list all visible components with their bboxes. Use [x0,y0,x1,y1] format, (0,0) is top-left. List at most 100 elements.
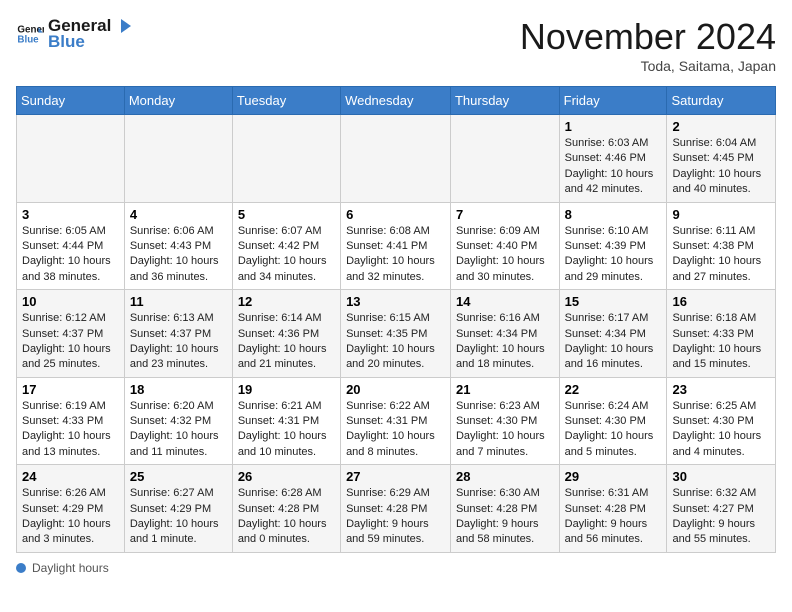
location: Toda, Saitama, Japan [520,58,776,74]
logo: General Blue General Blue [16,16,133,52]
header-monday: Monday [124,87,232,115]
title-block: November 2024 Toda, Saitama, Japan [520,16,776,74]
table-row: 21 Sunrise: 6:23 AM Sunset: 4:30 PM Dayli… [450,377,559,465]
calendar-table: SundayMondayTuesdayWednesdayThursdayFrid… [16,86,776,553]
table-row: 8 Sunrise: 6:10 AM Sunset: 4:39 PM Daylig… [559,202,667,290]
day-number: 21 [456,382,554,397]
table-row: 7 Sunrise: 6:09 AM Sunset: 4:40 PM Daylig… [450,202,559,290]
table-row [341,115,451,203]
table-row: 30Sunrise: 6:32 AM Sunset: 4:27 PM Dayli… [667,465,776,553]
day-number: 7 [456,207,554,222]
day-info: Sunrise: 6:05 AM Sunset: 4:44 PM Dayligh… [22,224,119,286]
table-row: 17 Sunrise: 6:19 AM Sunset: 4:33 PM Dayli… [17,377,125,465]
day-info: Sunrise: 6:16 AM Sunset: 4:34 PM Dayligh… [456,311,554,373]
table-row: 4Sunrise: 6:06 AM Sunset: 4:43 PM Daylig… [124,202,232,290]
day-info: Sunrise: 6:17 AM Sunset: 4:34 PM Dayligh… [565,311,662,373]
day-info: Sunrise: 6:32 AM Sunset: 4:27 PM Dayligh… [672,486,770,548]
table-row [17,115,125,203]
table-row: 13 Sunrise: 6:15 AM Sunset: 4:35 PM Dayli… [341,290,451,378]
footer-note: Daylight hours [16,561,776,575]
day-number: 8 [565,207,662,222]
table-row: 24Sunrise: 6:26 AM Sunset: 4:29 PM Dayli… [17,465,125,553]
day-info: Sunrise: 6:18 AM Sunset: 4:33 PM Dayligh… [672,311,770,373]
header-thursday: Thursday [450,87,559,115]
day-number: 6 [346,207,445,222]
table-row: 10 Sunrise: 6:12 AM Sunset: 4:37 PM Dayli… [17,290,125,378]
page-header: General Blue General Blue November 2024 … [16,16,776,74]
table-row: 27 Sunrise: 6:29 AM Sunset: 4:28 PM Dayli… [341,465,451,553]
day-info: Sunrise: 6:12 AM Sunset: 4:37 PM Dayligh… [22,311,119,373]
day-info: Sunrise: 6:23 AM Sunset: 4:30 PM Dayligh… [456,399,554,461]
table-row: 19 Sunrise: 6:21 AM Sunset: 4:31 PM Dayli… [232,377,340,465]
table-row: 6Sunrise: 6:08 AM Sunset: 4:41 PM Daylig… [341,202,451,290]
header-sunday: Sunday [17,87,125,115]
day-info: Sunrise: 6:15 AM Sunset: 4:35 PM Dayligh… [346,311,445,373]
logo-arrow-icon [113,16,133,36]
table-row: 2Sunrise: 6:04 AM Sunset: 4:45 PM Daylig… [667,115,776,203]
day-info: Sunrise: 6:28 AM Sunset: 4:28 PM Dayligh… [238,486,335,548]
table-row: 20 Sunrise: 6:22 AM Sunset: 4:31 PM Dayli… [341,377,451,465]
table-row: 15 Sunrise: 6:17 AM Sunset: 4:34 PM Dayli… [559,290,667,378]
table-row: 23 Sunrise: 6:25 AM Sunset: 4:30 PM Dayli… [667,377,776,465]
table-row: 16 Sunrise: 6:18 AM Sunset: 4:33 PM Dayli… [667,290,776,378]
day-number: 26 [238,469,335,484]
day-info: Sunrise: 6:22 AM Sunset: 4:31 PM Dayligh… [346,399,445,461]
day-number: 15 [565,294,662,309]
day-info: Sunrise: 6:29 AM Sunset: 4:28 PM Dayligh… [346,486,445,548]
day-number: 9 [672,207,770,222]
logo-icon: General Blue [16,20,44,48]
day-number: 13 [346,294,445,309]
day-info: Sunrise: 6:25 AM Sunset: 4:30 PM Dayligh… [672,399,770,461]
day-number: 5 [238,207,335,222]
day-info: Sunrise: 6:09 AM Sunset: 4:40 PM Dayligh… [456,224,554,286]
day-number: 17 [22,382,119,397]
table-row: 25Sunrise: 6:27 AM Sunset: 4:29 PM Dayli… [124,465,232,553]
day-number: 27 [346,469,445,484]
day-info: Sunrise: 6:10 AM Sunset: 4:39 PM Dayligh… [565,224,662,286]
day-number: 3 [22,207,119,222]
day-number: 10 [22,294,119,309]
day-number: 22 [565,382,662,397]
day-number: 2 [672,119,770,134]
daylight-label: Daylight hours [32,561,109,575]
table-row [124,115,232,203]
day-info: Sunrise: 6:21 AM Sunset: 4:31 PM Dayligh… [238,399,335,461]
svg-text:Blue: Blue [17,34,39,45]
table-row: 26 Sunrise: 6:28 AM Sunset: 4:28 PM Dayli… [232,465,340,553]
table-row: 12 Sunrise: 6:14 AM Sunset: 4:36 PM Dayli… [232,290,340,378]
table-row: 9 Sunrise: 6:11 AM Sunset: 4:38 PM Daylig… [667,202,776,290]
table-row: 18Sunrise: 6:20 AM Sunset: 4:32 PM Dayli… [124,377,232,465]
table-row: 14Sunrise: 6:16 AM Sunset: 4:34 PM Dayli… [450,290,559,378]
day-number: 16 [672,294,770,309]
day-number: 12 [238,294,335,309]
table-row: 28 Sunrise: 6:30 AM Sunset: 4:28 PM Dayli… [450,465,559,553]
day-info: Sunrise: 6:07 AM Sunset: 4:42 PM Dayligh… [238,224,335,286]
table-row: 3 Sunrise: 6:05 AM Sunset: 4:44 PM Daylig… [17,202,125,290]
table-row: 29Sunrise: 6:31 AM Sunset: 4:28 PM Dayli… [559,465,667,553]
day-number: 28 [456,469,554,484]
day-info: Sunrise: 6:14 AM Sunset: 4:36 PM Dayligh… [238,311,335,373]
day-info: Sunrise: 6:03 AM Sunset: 4:46 PM Dayligh… [565,136,662,198]
month-title: November 2024 [520,16,776,58]
day-info: Sunrise: 6:27 AM Sunset: 4:29 PM Dayligh… [130,486,227,548]
day-number: 24 [22,469,119,484]
table-row: 1 Sunrise: 6:03 AM Sunset: 4:46 PM Daylig… [559,115,667,203]
day-number: 29 [565,469,662,484]
day-info: Sunrise: 6:11 AM Sunset: 4:38 PM Dayligh… [672,224,770,286]
day-number: 23 [672,382,770,397]
day-number: 18 [130,382,227,397]
day-info: Sunrise: 6:06 AM Sunset: 4:43 PM Dayligh… [130,224,227,286]
table-row: 5 Sunrise: 6:07 AM Sunset: 4:42 PM Daylig… [232,202,340,290]
header-wednesday: Wednesday [341,87,451,115]
day-info: Sunrise: 6:30 AM Sunset: 4:28 PM Dayligh… [456,486,554,548]
day-info: Sunrise: 6:19 AM Sunset: 4:33 PM Dayligh… [22,399,119,461]
day-number: 19 [238,382,335,397]
day-info: Sunrise: 6:13 AM Sunset: 4:37 PM Dayligh… [130,311,227,373]
table-row [232,115,340,203]
day-number: 20 [346,382,445,397]
day-info: Sunrise: 6:24 AM Sunset: 4:30 PM Dayligh… [565,399,662,461]
table-row: 22 Sunrise: 6:24 AM Sunset: 4:30 PM Dayli… [559,377,667,465]
day-number: 1 [565,119,662,134]
header-friday: Friday [559,87,667,115]
calendar-header: SundayMondayTuesdayWednesdayThursdayFrid… [17,87,776,115]
